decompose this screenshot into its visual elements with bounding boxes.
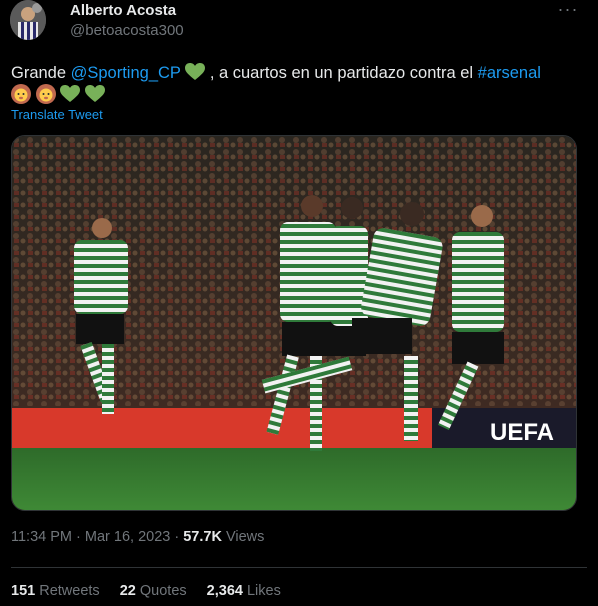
retweets-stat[interactable]: 151 Retweets bbox=[11, 583, 100, 599]
green-heart-icon bbox=[84, 85, 105, 102]
tweet-stats: 151 Retweets 22 Quotes 2,364 Likes bbox=[11, 583, 297, 599]
author-display-name[interactable]: Alberto Acosta bbox=[70, 2, 176, 19]
profile-photo-icon bbox=[10, 0, 46, 40]
hashtag-link[interactable]: #arsenal bbox=[478, 64, 541, 82]
tweet-text-part: , a cuartos en un partidazo contra el bbox=[205, 64, 478, 82]
author-avatar[interactable] bbox=[10, 0, 46, 40]
lion-icon bbox=[35, 84, 56, 104]
separator: · bbox=[72, 529, 85, 545]
green-heart-icon bbox=[60, 85, 81, 102]
tweet-time[interactable]: 11:34 PM bbox=[11, 529, 72, 545]
lion-icon bbox=[11, 84, 31, 104]
photo-sporting-players-celebrating-icon: UEFA bbox=[12, 136, 576, 510]
divider bbox=[11, 567, 587, 568]
tweet-meta: 11:34 PM · Mar 16, 2023 · 57.7K Views bbox=[11, 529, 264, 545]
ad-board-text: UEFA bbox=[490, 419, 554, 446]
ellipsis-icon: ··· bbox=[557, 0, 579, 19]
more-options-button[interactable]: ··· bbox=[556, 0, 580, 22]
quotes-stat[interactable]: 22 Quotes bbox=[120, 583, 187, 599]
quotes-count: 22 bbox=[119, 583, 136, 599]
tweet-media-photo[interactable]: UEFA bbox=[11, 135, 577, 511]
likes-label: Likes bbox=[242, 583, 281, 599]
views-count: 57.7K bbox=[183, 529, 222, 545]
author-handle[interactable]: @betoacosta300 bbox=[70, 22, 184, 39]
retweets-label: Retweets bbox=[35, 583, 100, 599]
quotes-label: Quotes bbox=[135, 583, 187, 599]
tweet-text: Grande @Sporting_CP , a cuartos en un pa… bbox=[11, 62, 586, 106]
tweet-text-part: Grande bbox=[11, 64, 71, 82]
separator: · bbox=[170, 529, 184, 545]
tweet-date[interactable]: Mar 16, 2023 bbox=[85, 529, 170, 545]
green-heart-icon bbox=[185, 63, 206, 80]
likes-count: 2,364 bbox=[206, 583, 243, 599]
retweets-count: 151 bbox=[11, 583, 36, 599]
translate-tweet-link[interactable]: Translate Tweet bbox=[11, 107, 103, 122]
likes-stat[interactable]: 2,364 Likes bbox=[207, 583, 281, 599]
views-label: Views bbox=[221, 529, 265, 545]
mention-link[interactable]: @Sporting_CP bbox=[71, 64, 181, 82]
